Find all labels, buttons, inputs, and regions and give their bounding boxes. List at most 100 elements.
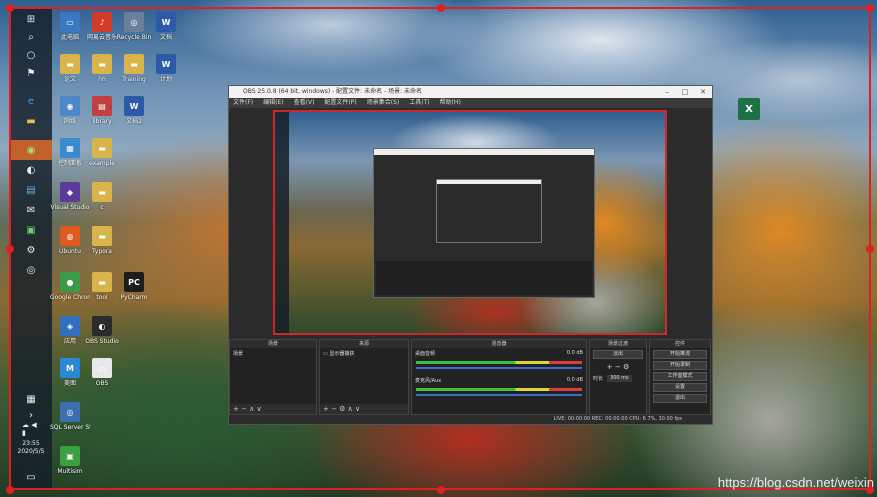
menu-item[interactable]: 查看(V) <box>294 98 315 108</box>
control-button[interactable]: 工作室模式 <box>653 372 707 381</box>
excel-file-icon[interactable]: X <box>738 98 760 120</box>
transition-add-remove[interactable]: + − ⚙ <box>590 361 646 373</box>
menu-item[interactable]: 文件(F) <box>233 98 253 108</box>
desktop-icon-pycharm[interactable]: PC PyCharm <box>114 272 154 301</box>
pycharm-icon: PC <box>124 272 144 292</box>
vertical-taskbar: ⊞ ⌕ ○ ⚑ e ▬ ◉ ◐ ▤ ✉ ▣ ⚙ ◎ ▦ › ☁ ◀ ▮ 23:5… <box>10 8 52 489</box>
desktop-icon-label: 文档 <box>159 34 172 41</box>
word2-icon: W <box>156 54 176 74</box>
controls-dock: 控件 开始推流 开始录制 工作室模式 设置 退出 <box>649 339 711 415</box>
control-button[interactable]: 设置 <box>653 383 707 392</box>
tray-chevron-icon[interactable]: › <box>22 408 40 422</box>
obs-window[interactable]: OBS 25.0.8 (64 bit, windows) - 配置文件: 未命名… <box>228 85 713 425</box>
mixer-slider-1[interactable] <box>416 367 582 369</box>
obs-menubar: 文件(F) 编辑(E) 查看(V) 配置文件(P) 场景集合(S) 工具(T) 帮助(H) <box>229 98 712 108</box>
desktop-icon-obs[interactable]: ◐ OBS Studio <box>82 316 122 345</box>
obs-docks: 场景 场景 + − ∧ ∨ 来源 ▭ 显示器捕获 + − ⚙ ∧ ∨ 混音器 桌… <box>229 339 712 415</box>
menu-item[interactable]: 帮助(H) <box>440 98 461 108</box>
scenes-dock: 场景 场景 + − ∧ ∨ <box>229 339 317 415</box>
sources-dock: 来源 ▭ 显示器捕获 + − ⚙ ∧ ∨ <box>319 339 409 415</box>
duration-input[interactable]: 300 ms <box>607 375 632 382</box>
resize-handle[interactable] <box>6 245 14 253</box>
desktop-icon-vsc[interactable]: ◎ SQL Server Studio <box>50 402 90 431</box>
desktop-icon-label: example <box>89 160 115 167</box>
cortana-icon[interactable]: ○ <box>22 48 40 62</box>
store-icon[interactable]: ▤ <box>22 183 40 197</box>
pc-icon: ▭ <box>60 12 80 32</box>
edge-icon[interactable]: e <box>22 94 40 108</box>
mixer-channel-1: 桌面音频 <box>415 351 436 357</box>
desktop-icon-label: OBS <box>95 380 109 387</box>
ubuntu-icon: ◍ <box>60 226 80 246</box>
explorer-icon[interactable]: ▬ <box>22 114 40 128</box>
source-item[interactable]: ▭ 显示器捕获 <box>320 348 408 359</box>
ctrl-icon: ▦ <box>60 138 80 158</box>
desktop-icon-word3[interactable]: W 文档2 <box>114 96 154 125</box>
menu-item[interactable]: 工具(T) <box>409 98 429 108</box>
folder4-icon: ▬ <box>92 138 112 158</box>
scenes-toolbar[interactable]: + − ∧ ∨ <box>230 404 316 414</box>
obs-preview[interactable] <box>273 110 667 335</box>
nested-obs-window <box>373 148 595 298</box>
app-icon[interactable]: ◐ <box>22 163 40 177</box>
desktop-icon-multi[interactable]: ▣ Multisim <box>50 446 90 475</box>
folder1-icon: ▬ <box>60 54 80 74</box>
resize-handle[interactable] <box>437 4 445 12</box>
desktop-icon-label: Typora <box>92 248 112 255</box>
app2-icon[interactable]: ▣ <box>22 223 40 237</box>
desktop-icon-label: SQL Server Studio <box>50 424 90 431</box>
word3-icon: W <box>124 96 144 116</box>
notification-icon[interactable]: ▦ <box>22 392 40 406</box>
settings-icon[interactable]: ⚙ <box>22 243 40 257</box>
resize-handle[interactable] <box>6 4 14 12</box>
desktop-icon-word2[interactable]: W 计划 <box>146 54 186 83</box>
start-icon[interactable]: ⊞ <box>22 12 40 26</box>
control-button[interactable]: 退出 <box>653 394 707 403</box>
multi-icon: ▣ <box>60 446 80 466</box>
desktop-icon-folder5[interactable]: ▬ c <box>82 182 122 211</box>
mixer-slider-2[interactable] <box>416 394 582 396</box>
mail-icon[interactable]: ✉ <box>22 203 40 217</box>
desktop-icon-folder6[interactable]: ▬ Typora <box>82 226 122 255</box>
maximize-icon[interactable]: □ <box>676 86 694 98</box>
desktop-icon-doc[interactable]: ▭ OBS <box>82 358 122 387</box>
desktop-icon-folder4[interactable]: ▬ example <box>82 138 122 167</box>
minimize-icon[interactable]: – <box>658 86 676 98</box>
mixer-channel-2: 麦克风/Aux <box>415 378 442 384</box>
desktop-icon-word1[interactable]: W 文档 <box>146 12 186 41</box>
obs-titlebar[interactable]: OBS 25.0.8 (64 bit, windows) - 配置文件: 未命名… <box>229 86 712 98</box>
mixer-meter-2 <box>416 388 582 391</box>
search-icon[interactable]: ⌕ <box>22 30 40 44</box>
word1-icon: W <box>156 12 176 32</box>
lib-icon: ▤ <box>92 96 112 116</box>
folder6-icon: ▬ <box>92 226 112 246</box>
taskbar-clock[interactable]: 23:55 2020/5/5 <box>12 440 50 456</box>
desktop-icon-label: 文档2 <box>126 118 142 125</box>
resize-handle[interactable] <box>6 486 14 494</box>
sources-header: 来源 <box>320 340 408 348</box>
close-icon[interactable]: ✕ <box>694 86 712 98</box>
control-button[interactable]: 开始录制 <box>653 361 707 370</box>
obs-title: OBS 25.0.8 (64 bit, windows) - 配置文件: 未命名… <box>243 88 423 95</box>
app-blue-icon: ◈ <box>60 316 80 336</box>
transition-select[interactable]: 淡出 <box>593 350 643 359</box>
desktop-icon-label: Multisim <box>57 468 83 475</box>
resize-handle[interactable] <box>437 486 445 494</box>
folder5-icon: ▬ <box>92 182 112 202</box>
scene-item[interactable]: 场景 <box>230 348 316 359</box>
sources-toolbar[interactable]: + − ⚙ ∧ ∨ <box>320 404 408 414</box>
wechat-icon[interactable]: ◉ <box>22 143 40 157</box>
control-button[interactable]: 开始推流 <box>653 350 707 359</box>
duration-label: 时长 <box>593 376 604 382</box>
tray-icons[interactable]: ☁ ◀ ▮ <box>22 421 40 437</box>
resize-handle[interactable] <box>866 4 874 12</box>
menu-item[interactable]: 编辑(E) <box>263 98 283 108</box>
menu-item[interactable]: 配置文件(P) <box>324 98 356 108</box>
transitions-header: 场景过渡 <box>590 340 646 348</box>
obs-task-icon[interactable]: ◎ <box>22 263 40 277</box>
vs-icon: ◆ <box>60 182 80 202</box>
resize-handle[interactable] <box>866 245 874 253</box>
menu-item[interactable]: 场景集合(S) <box>367 98 400 108</box>
task-view-icon[interactable]: ⚑ <box>22 66 40 80</box>
action-center-icon[interactable]: ▭ <box>22 470 40 484</box>
